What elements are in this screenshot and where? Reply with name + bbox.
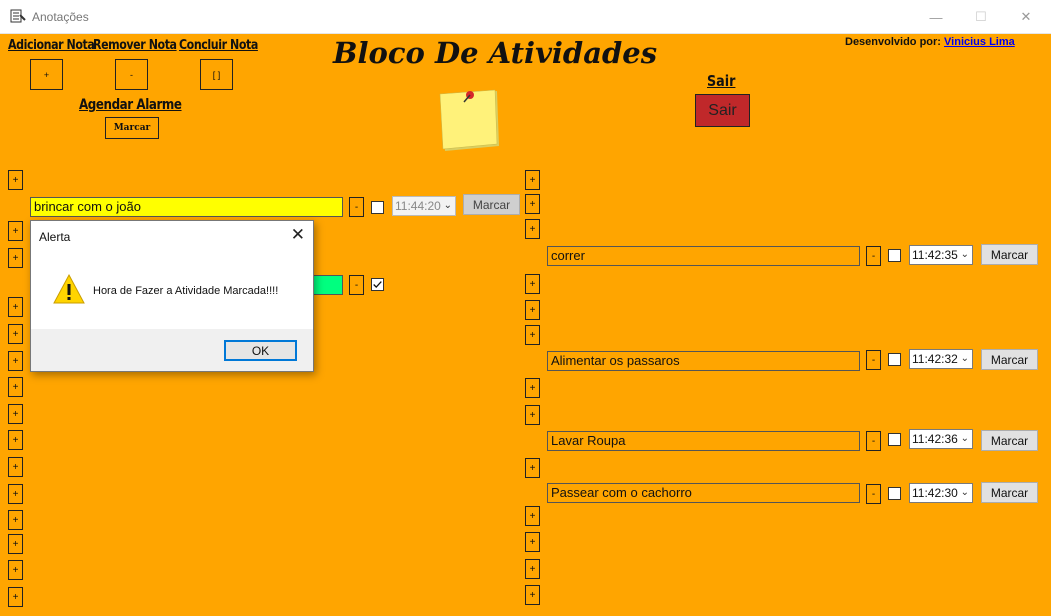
remove-note-row-button[interactable]: - (866, 431, 881, 451)
developer-link[interactable]: Vinicius Lima (944, 36, 1015, 48)
exit-label: Sair (707, 72, 736, 90)
minimize-button[interactable]: — (913, 0, 959, 34)
set-alarm-button[interactable]: Marcar (463, 194, 520, 215)
complete-note-button[interactable]: [ ] (200, 59, 233, 90)
chevron-down-icon: ⌄ (960, 249, 969, 260)
alarm-time-picker[interactable]: 11:42:30 ⌄ (909, 483, 973, 503)
right-add-slot-button[interactable]: + (525, 300, 540, 320)
note-input[interactable]: correr (547, 246, 860, 266)
right-add-slot-button[interactable]: + (525, 378, 540, 398)
note-input[interactable]: brincar com o joão (30, 197, 343, 217)
alarm-time-picker[interactable]: 11:42:32 ⌄ (909, 349, 973, 369)
left-add-slot-button[interactable]: + (8, 510, 23, 530)
sticky-note-icon (439, 89, 499, 151)
set-alarm-button[interactable]: Marcar (981, 349, 1038, 370)
right-add-slot-button[interactable]: + (525, 219, 540, 239)
developer-credit: Desenvolvido por: Vinicius Lima (845, 36, 1015, 48)
complete-checkbox[interactable] (371, 201, 384, 214)
note-input[interactable]: Lavar Roupa (547, 431, 860, 451)
left-add-slot-button[interactable]: + (8, 351, 23, 371)
alarm-time-picker[interactable]: 11:42:36 ⌄ (909, 429, 973, 449)
complete-checkbox[interactable] (888, 353, 901, 366)
left-add-slot-button[interactable]: + (8, 430, 23, 450)
alarm-time-picker[interactable]: 11:42:35 ⌄ (909, 245, 973, 265)
left-add-slot-button[interactable]: + (8, 221, 23, 241)
remove-note-row-button[interactable]: - (349, 275, 364, 295)
page-title: Bloco De Atividades (333, 36, 658, 70)
complete-checkbox[interactable] (888, 487, 901, 500)
note-input[interactable]: Alimentar os passaros (547, 351, 860, 371)
schedule-alarm-button[interactable]: Marcar (105, 117, 159, 139)
set-alarm-button[interactable]: Marcar (981, 244, 1038, 265)
left-add-slot-button[interactable]: + (8, 457, 23, 477)
warning-icon (53, 273, 85, 304)
right-add-slot-button[interactable]: + (525, 274, 540, 294)
note-input[interactable]: Passear com o cachorro (547, 483, 860, 503)
right-add-slot-button[interactable]: + (525, 532, 540, 552)
left-add-slot-button[interactable]: + (8, 377, 23, 397)
left-add-slot-button[interactable]: + (8, 534, 23, 554)
remove-note-row-button[interactable]: - (866, 484, 881, 504)
right-add-slot-button[interactable]: + (525, 325, 540, 345)
alarm-time-value: 11:42:32 (912, 352, 958, 366)
chevron-down-icon: ⌄ (960, 433, 969, 444)
remove-note-row-button[interactable]: - (349, 197, 364, 217)
left-add-slot-button[interactable]: + (8, 324, 23, 344)
chevron-down-icon: ⌄ (443, 200, 452, 211)
right-add-slot-button[interactable]: + (525, 458, 540, 478)
notepad-app-icon (10, 9, 26, 23)
maximize-button[interactable]: ☐ (958, 0, 1004, 34)
complete-checkbox[interactable] (888, 433, 901, 446)
alarm-time-value: 11:42:30 (912, 486, 958, 500)
left-add-slot-button[interactable]: + (8, 170, 23, 190)
add-note-label: Adicionar Nota (8, 38, 95, 53)
alarm-time-value: 11:44:20 (395, 199, 441, 213)
remove-note-row-button[interactable]: - (866, 246, 881, 266)
alarm-time-value: 11:42:35 (912, 248, 958, 262)
chevron-down-icon: ⌄ (960, 353, 969, 364)
alarm-time-picker[interactable]: 11:44:20 ⌄ (392, 196, 456, 216)
schedule-alarm-label: Agendar Alarme (79, 97, 182, 113)
right-add-slot-button[interactable]: + (525, 585, 540, 605)
right-add-slot-button[interactable]: + (525, 559, 540, 579)
add-note-button[interactable]: + (30, 59, 63, 90)
remove-note-row-button[interactable]: - (866, 350, 881, 370)
complete-note-label: Concluir Nota (179, 38, 258, 53)
set-alarm-button[interactable]: Marcar (981, 482, 1038, 503)
complete-checkbox[interactable] (888, 249, 901, 262)
window-titlebar: Anotações — ☐ ✕ (0, 0, 1051, 34)
right-add-slot-button[interactable]: + (525, 170, 540, 190)
close-button[interactable]: ✕ (1003, 0, 1049, 34)
checked-checkbox[interactable] (371, 278, 384, 291)
right-add-slot-button[interactable]: + (525, 194, 540, 214)
left-add-slot-button[interactable]: + (8, 587, 23, 607)
chevron-down-icon: ⌄ (960, 487, 969, 498)
left-add-slot-button[interactable]: + (8, 404, 23, 424)
left-add-slot-button[interactable]: + (8, 248, 23, 268)
alert-dialog: Alerta ✕ Hora de Fazer a Atividade Marca… (30, 220, 314, 372)
right-add-slot-button[interactable]: + (525, 405, 540, 425)
developer-prefix: Desenvolvido por: (845, 36, 941, 48)
dialog-footer: OK (31, 329, 313, 371)
ok-button[interactable]: OK (224, 340, 297, 361)
alarm-time-value: 11:42:36 (912, 432, 958, 446)
close-icon[interactable]: ✕ (291, 225, 305, 245)
left-add-slot-button[interactable]: + (8, 484, 23, 504)
dialog-title: Alerta (39, 230, 71, 244)
set-alarm-button[interactable]: Marcar (981, 430, 1038, 451)
remove-note-label: Remover Nota (93, 38, 177, 53)
right-add-slot-button[interactable]: + (525, 506, 540, 526)
left-add-slot-button[interactable]: + (8, 560, 23, 580)
left-add-slot-button[interactable]: + (8, 297, 23, 317)
dialog-message: Hora de Fazer a Atividade Marcada!!!! (93, 285, 279, 297)
window-title: Anotações (32, 10, 89, 24)
exit-button[interactable]: Sair (695, 94, 750, 127)
remove-note-button[interactable]: - (115, 59, 148, 90)
